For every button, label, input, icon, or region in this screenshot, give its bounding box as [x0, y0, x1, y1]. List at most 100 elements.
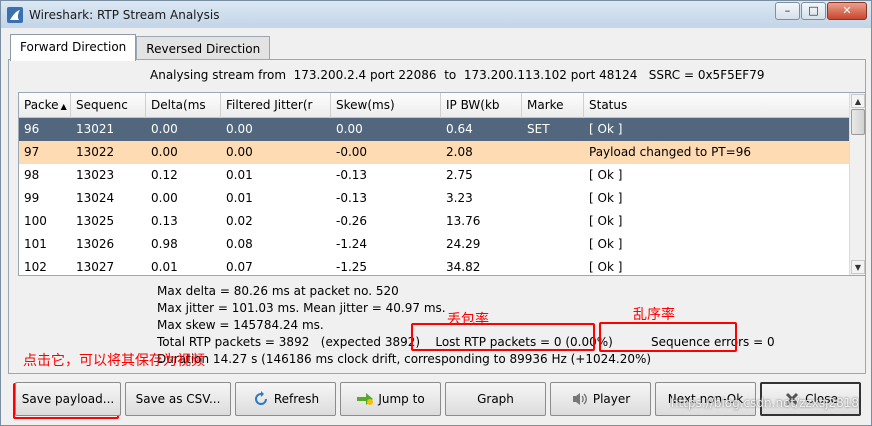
table-row[interactable]: 100 13025 0.13 0.02 -0.26 13.76 [ Ok ]: [19, 210, 851, 233]
scroll-up-arrow-icon[interactable]: ▲: [851, 94, 865, 108]
cell-jitter: 0.00: [226, 145, 253, 159]
cell-marker: [522, 187, 584, 210]
cell-status: [ Ok ]: [589, 122, 623, 136]
maximize-button[interactable]: □: [801, 2, 826, 20]
column-header-skew[interactable]: Skew(ms): [331, 93, 441, 118]
lost-rate-annotation: 丢包率: [447, 312, 489, 328]
cell-jitter: 0.08: [226, 237, 253, 251]
cell-sequence: 13024: [76, 191, 115, 205]
cell-status: [ Ok ]: [589, 237, 623, 251]
cell-packet: 102: [24, 260, 47, 274]
save-as-csv-label: Save as CSV...: [135, 392, 221, 406]
cell-ip-bw: 2.08: [446, 145, 473, 159]
cell-status: [ Ok ]: [589, 260, 623, 274]
jump-to-label: Jump to: [378, 392, 425, 406]
cell-delta: 0.01: [151, 260, 178, 274]
jump-to-button[interactable]: Jump to: [340, 382, 441, 416]
column-header-delta[interactable]: Delta(ms: [146, 93, 221, 118]
column-header-packet[interactable]: Packe ▲: [19, 93, 71, 118]
cell-marker: [522, 141, 584, 164]
cell-status: [ Ok ]: [589, 191, 623, 205]
graph-button[interactable]: Graph: [445, 382, 546, 416]
cell-sequence: 13023: [76, 168, 115, 182]
title-bar: Wireshark: RTP Stream Analysis – □ ✕: [1, 1, 871, 28]
refresh-button[interactable]: Refresh: [235, 382, 336, 416]
rtp-analysis-window: Wireshark: RTP Stream Analysis – □ ✕ For…: [0, 0, 872, 426]
cell-delta: 0.98: [151, 237, 178, 251]
table-vertical-scrollbar[interactable]: ▲ ▼: [849, 93, 865, 275]
table-row[interactable]: 98 13023 0.12 0.01 -0.13 2.75 [ Ok ]: [19, 164, 851, 187]
player-button[interactable]: Player: [550, 382, 651, 416]
cell-skew: -0.26: [336, 214, 368, 228]
cell-skew: -0.13: [336, 168, 368, 182]
stream-info: Analysing stream from 173.200.2.4 port 2…: [150, 68, 765, 82]
column-header-sequence[interactable]: Sequenc: [71, 93, 146, 118]
sequence-errors-highlight-box: [599, 322, 737, 352]
cell-packet: 100: [24, 214, 47, 228]
cell-marker: SET: [527, 122, 550, 136]
cell-jitter: 0.01: [226, 168, 253, 182]
close-window-button[interactable]: ✕: [827, 2, 867, 20]
lost-packets-highlight-box: [411, 323, 595, 351]
disorder-rate-annotation: 乱序率: [633, 307, 675, 323]
summary-total-packets: Total RTP packets = 3892 (expected 3892): [157, 335, 421, 349]
refresh-label: Refresh: [273, 392, 320, 406]
player-label: Player: [592, 392, 631, 406]
column-header-ip-bw[interactable]: IP BW(kb: [441, 93, 522, 118]
scroll-down-arrow-icon[interactable]: ▼: [851, 260, 865, 274]
window-controls: – □ ✕: [775, 2, 867, 20]
column-header-filtered-jitter[interactable]: Filtered Jitter(r: [221, 93, 331, 118]
minimize-button[interactable]: –: [775, 2, 800, 20]
cell-packet: 97: [24, 145, 40, 159]
cell-marker: [522, 256, 584, 275]
save-payload-label: Save payload...: [21, 392, 115, 406]
direction-tabs: Forward Direction Reversed Direction: [10, 34, 271, 61]
cell-sequence: 13021: [76, 122, 115, 136]
speaker-icon: [571, 391, 589, 407]
cell-delta: 0.00: [151, 145, 178, 159]
table-header: Packe ▲ Sequenc Delta(ms Filtered Jitter(…: [19, 93, 851, 118]
table-body: 96 13021 0.00 0.00 0.00 0.64 SET [ Ok ] …: [19, 118, 851, 275]
refresh-icon: [252, 391, 270, 407]
cell-ip-bw: 2.75: [446, 168, 473, 182]
cell-skew: -1.24: [336, 237, 368, 251]
cell-delta: 0.12: [151, 168, 178, 182]
table-row[interactable]: 96 13021 0.00 0.00 0.00 0.64 SET [ Ok ]: [19, 118, 851, 141]
table-row[interactable]: 102 13027 0.01 0.07 -1.25 34.82 [ Ok ]: [19, 256, 851, 275]
cell-ip-bw: 24.29: [446, 237, 481, 251]
cell-skew: -0.00: [336, 145, 368, 159]
cell-skew: 0.00: [336, 122, 363, 136]
cell-packet: 96: [24, 122, 40, 136]
blog-watermark: https://blog.csdn.net/zzxsj2818: [670, 396, 859, 410]
cell-skew: -1.25: [336, 260, 368, 274]
wireshark-fin-icon: [7, 6, 23, 23]
cell-ip-bw: 3.23: [446, 191, 473, 205]
cell-status: [ Ok ]: [589, 214, 623, 228]
scrollbar-thumb[interactable]: [851, 109, 865, 135]
cell-sequence: 13022: [76, 145, 115, 159]
jump-arrow-icon: [356, 391, 374, 407]
cell-status: [ Ok ]: [589, 168, 623, 182]
column-header-marker[interactable]: Marke: [522, 93, 584, 118]
cell-marker: [522, 210, 584, 233]
cell-jitter: 0.07: [226, 260, 253, 274]
window-title: Wireshark: RTP Stream Analysis: [29, 7, 220, 22]
cell-delta: 0.00: [151, 191, 178, 205]
cell-delta: 0.13: [151, 214, 178, 228]
tab-forward-direction[interactable]: Forward Direction: [10, 34, 137, 61]
cell-marker: [522, 233, 584, 256]
cell-sequence: 13025: [76, 214, 115, 228]
save-hint-annotation: 点击它，可以将其保存为视频: [23, 353, 205, 369]
cell-skew: -0.13: [336, 191, 368, 205]
table-row[interactable]: 101 13026 0.98 0.08 -1.24 24.29 [ Ok ]: [19, 233, 851, 256]
save-as-csv-button[interactable]: Save as CSV...: [125, 382, 231, 416]
table-row[interactable]: 99 13024 0.00 0.01 -0.13 3.23 [ Ok ]: [19, 187, 851, 210]
cell-jitter: 0.02: [226, 214, 253, 228]
graph-label: Graph: [477, 392, 514, 406]
column-header-status[interactable]: Status: [584, 93, 851, 118]
table-row[interactable]: 97 13022 0.00 0.00 -0.00 2.08 Payload ch…: [19, 141, 851, 164]
rtp-packet-table[interactable]: Packe ▲ Sequenc Delta(ms Filtered Jitter(…: [18, 92, 866, 276]
cell-ip-bw: 13.76: [446, 214, 481, 228]
tab-reversed-direction[interactable]: Reversed Direction: [136, 36, 271, 60]
save-payload-button[interactable]: Save payload...: [15, 382, 121, 416]
